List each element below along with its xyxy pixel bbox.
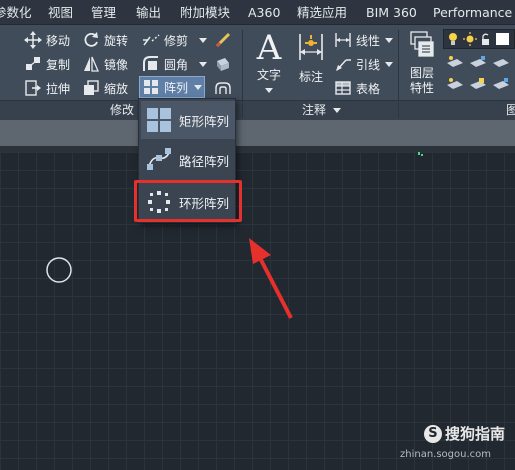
drawn-circle[interactable] (46, 257, 72, 283)
rectangular-array-label: 矩形阵列 (179, 113, 230, 129)
canvas-overlay (46, 152, 423, 319)
watermark-brand: 搜狗指南 (444, 425, 505, 443)
menu-item-rectangular-array[interactable]: 矩形阵列 (141, 101, 235, 139)
sogou-logo-icon: S (423, 424, 442, 443)
annotation-arrow (249, 238, 293, 319)
menu-item-path-array[interactable]: 路径阵列 (141, 141, 235, 179)
path-array-icon (145, 146, 173, 174)
autocad-window: { "menu_tabs": ["参数化", "视图", "管理", "输出",… (0, 0, 515, 470)
watermark-url: zhinan.sogou.com (399, 449, 491, 460)
sogou-watermark: S 搜狗指南 (423, 423, 505, 444)
rectangular-array-icon (145, 106, 173, 134)
crosshair-marker (418, 152, 423, 156)
polar-array-highlight (134, 180, 242, 222)
path-array-label: 路径阵列 (179, 153, 230, 169)
